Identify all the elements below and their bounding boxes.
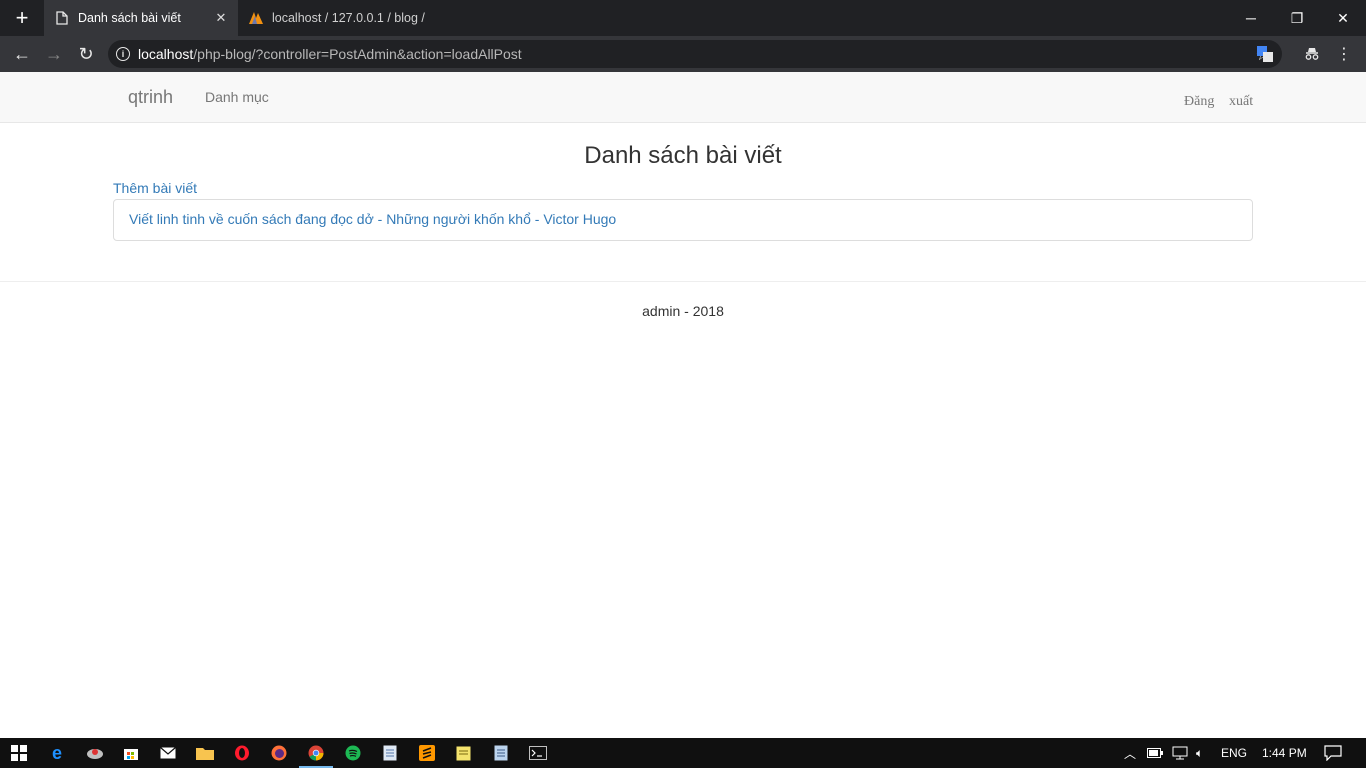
language-indicator[interactable]: ENG [1221, 738, 1247, 768]
window-controls: ─ ❐ ✕ [1228, 0, 1366, 36]
browser-tab-bar: + Danh sách bài viết ✕ localhost / 127.0… [0, 0, 1366, 36]
notes-icon[interactable] [490, 742, 512, 764]
taskbar: e ︿ 🔈︎ ENG 1:44 PM [0, 738, 1366, 768]
incognito-icon[interactable] [1300, 36, 1324, 72]
tray-chevron-icon[interactable]: ︿ [1124, 738, 1136, 768]
firefox-icon[interactable] [268, 742, 290, 764]
logout-link-word2[interactable]: xuất [1229, 94, 1253, 110]
close-window-icon[interactable]: ✕ [1320, 0, 1366, 36]
browser-toolbar: ← → ↻ i localhost/php-blog/?controller=P… [0, 36, 1366, 72]
info-icon[interactable]: i [116, 47, 130, 61]
translate-icon[interactable] [1254, 36, 1276, 72]
app-icon[interactable] [84, 742, 106, 764]
page-icon [54, 10, 70, 26]
list-item[interactable]: Viết linh tinh về cuốn sách đang đọc dở … [114, 200, 1252, 238]
phpmyadmin-icon [248, 10, 264, 26]
web-page: qtrinh Danh mục Đăng xuất Danh sách bài … [0, 72, 1366, 738]
post-list: Viết linh tinh về cuốn sách đang đọc dở … [113, 199, 1253, 241]
page-title: Danh sách bài viết [584, 142, 782, 169]
divider [0, 281, 1366, 282]
volume-icon[interactable]: 🔈︎ [1196, 738, 1203, 768]
store-icon[interactable] [120, 742, 142, 764]
terminal-icon[interactable] [527, 742, 549, 764]
chrome-icon[interactable] [299, 742, 333, 768]
spotify-icon[interactable] [342, 742, 364, 764]
address-bar[interactable]: i localhost/php-blog/?controller=PostAdm… [108, 40, 1282, 68]
restore-icon[interactable]: ❐ [1274, 0, 1320, 36]
minimize-icon[interactable]: ─ [1228, 0, 1274, 36]
close-icon[interactable]: ✕ [210, 7, 232, 29]
notifications-icon[interactable] [1324, 738, 1342, 768]
file-explorer-icon[interactable] [194, 742, 216, 764]
logout-link-word1[interactable]: Đăng [1184, 94, 1214, 110]
navbar-brand[interactable]: qtrinh [128, 87, 173, 108]
sublime-text-icon[interactable] [416, 742, 438, 764]
add-post-link[interactable]: Thêm bài viết [113, 180, 197, 196]
clock[interactable]: 1:44 PM [1262, 738, 1307, 768]
network-icon[interactable] [1172, 738, 1188, 768]
tab-danh-sach-bai-viet[interactable]: Danh sách bài viết ✕ [44, 0, 238, 36]
sticky-notes-icon[interactable] [453, 742, 475, 764]
notepad-icon[interactable] [379, 742, 401, 764]
url-text: localhost/php-blog/?controller=PostAdmin… [138, 46, 522, 62]
plus-icon: + [15, 5, 29, 30]
navbar: qtrinh Danh mục Đăng xuất [0, 72, 1366, 123]
footer-text: admin - 2018 [642, 303, 724, 319]
forward-arrow-icon[interactable]: → [38, 36, 70, 72]
windows-start-icon[interactable] [8, 742, 30, 764]
new-tab-button[interactable]: + [0, 0, 44, 36]
nav-item-danh-muc[interactable]: Danh mục [205, 89, 269, 105]
menu-icon[interactable]: ⋮ [1334, 36, 1354, 72]
edge-icon[interactable]: e [46, 742, 68, 764]
tab-phpmyadmin[interactable]: localhost / 127.0.0.1 / blog / [238, 0, 438, 36]
battery-icon[interactable] [1147, 738, 1163, 768]
back-arrow-icon[interactable]: ← [6, 36, 38, 72]
tab-title: localhost / 127.0.0.1 / blog / [272, 11, 425, 25]
opera-icon[interactable] [231, 742, 253, 764]
mail-icon[interactable] [157, 742, 179, 764]
tab-title: Danh sách bài viết [78, 11, 181, 25]
reload-icon[interactable]: ↻ [70, 36, 102, 72]
